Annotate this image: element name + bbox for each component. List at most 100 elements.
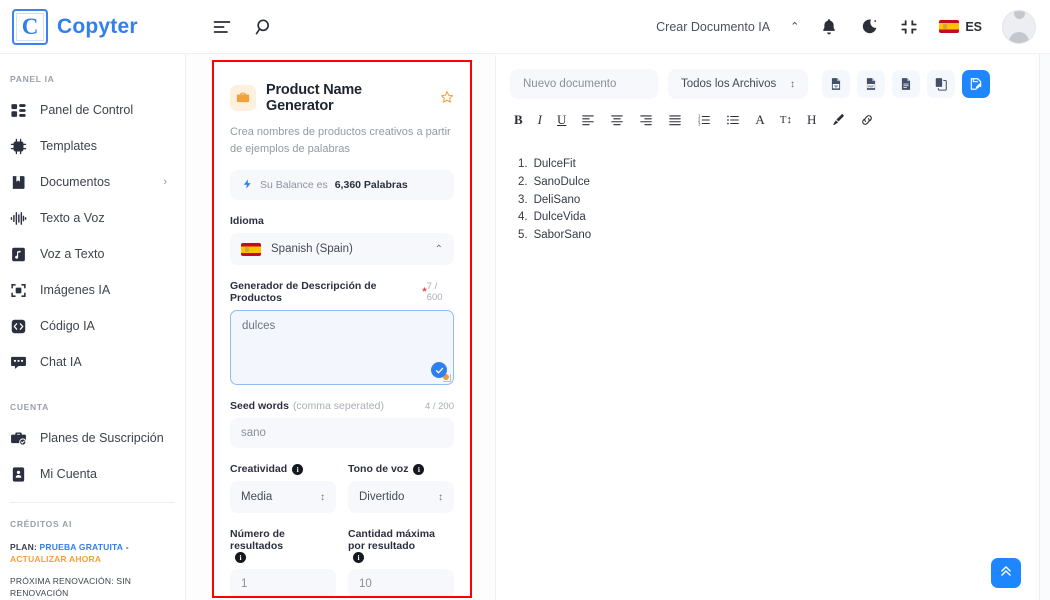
seed-sublabel: (comma seperated) [292,400,384,413]
list-item-text: SaborSano [533,229,592,242]
sidebar-item-label: Mi Cuenta [40,467,97,481]
brand-logo[interactable]: C Copyter [0,8,186,45]
document-name-placeholder: Nuevo documento [523,78,617,90]
top-bar-left-icons [212,17,274,37]
bold-button[interactable]: B [514,112,523,128]
plan-prefix: PLAN: [10,542,37,552]
renewal-line: PRÓXIMA RENOVACIÓN: SIN RENOVACIÓN [10,575,132,598]
right-scroll-gutter[interactable] [1039,54,1050,600]
export-text-button[interactable] [892,70,920,98]
seed-words-input[interactable]: sano [230,418,454,449]
underline-button[interactable]: U [557,112,566,128]
results-count-input[interactable]: 1 [230,569,336,596]
sidebar-item-chat-ia[interactable]: Chat IA [0,344,185,380]
font-color-button[interactable]: A [755,112,764,128]
export-pdf-button[interactable]: PDF [857,70,885,98]
align-right-button[interactable] [639,112,653,128]
logo-mark: C [12,8,48,45]
dashboard-icon [10,102,27,119]
bolt-icon [242,178,253,193]
export-word-button[interactable]: W [822,70,850,98]
language-select-value: Spanish (Spain) [271,243,353,256]
plan-value: PRUEBA GRATUITA [39,542,124,552]
seed-value: sano [241,427,266,440]
sidebar-item-voz-a-texto[interactable]: Voz a Texto [0,236,185,272]
sidebar-item-documentos[interactable]: Documentos › [0,164,185,200]
template-header: Product Name Generator [230,82,454,114]
tone-select[interactable]: Divertido ↕ [348,481,454,514]
chevron-up-icon[interactable]: ⌃ [790,20,799,33]
tone-label-row: Tono de voz i [348,463,454,475]
chip-ai-icon [10,138,27,155]
list-item-number: 3. [518,193,528,206]
align-center-button[interactable] [610,112,624,128]
info-icon[interactable]: i [292,463,304,475]
save-document-button[interactable] [962,70,990,98]
sidebar-item-codigo-ia[interactable]: Código IA [0,308,185,344]
results-value: 1 [241,578,248,591]
sidebar-item-label: Imágenes IA [40,283,111,297]
sidebar: PANEL IA Panel de Control Templates Docu… [0,54,186,600]
maxlen-label: Cantidad máxima por resultado [348,528,435,553]
sidebar-item-mi-cuenta[interactable]: Mi Cuenta [0,456,185,492]
prompt-textarea[interactable]: dulces [230,310,454,386]
info-icon[interactable]: i [353,552,364,564]
prompt-value: dulces [242,320,276,333]
copy-button[interactable] [927,70,955,98]
sidebar-item-label: Panel de Control [40,103,134,117]
brush-icon[interactable] [831,112,845,128]
results-maxlen-row: Número de resultados i 1 Cantidad máxima… [230,513,454,596]
file-filter-select[interactable]: Todos los Archivos ↕ [668,69,808,99]
language-select[interactable]: Spanish (Spain) ⌃ [230,233,454,266]
info-icon[interactable]: i [235,552,246,564]
audio-file-icon [10,246,27,263]
info-icon[interactable]: i [413,463,425,475]
menu-icon[interactable] [212,17,232,37]
page-title: Product Name Generator [266,82,362,114]
list-item: 4. DulceVida [518,209,1017,227]
sidebar-item-texto-a-voz[interactable]: Texto a Voz [0,200,185,236]
heading-button[interactable]: H [807,112,816,128]
plan-upgrade-link[interactable]: ACTUALIZAR AHORA [10,554,101,564]
unordered-list-button[interactable] [726,112,740,128]
create-document-link[interactable]: Crear Documento IA [656,20,770,34]
font-size-button[interactable]: T↕ [780,112,792,128]
grammar-check-icon[interactable] [431,362,447,379]
star-icon[interactable] [440,90,454,107]
top-bar: C Copyter Crear Documento IA ⌃ ES [0,0,1050,54]
scroll-to-top-button[interactable] [991,558,1021,588]
avatar[interactable] [1002,9,1036,44]
bell-icon[interactable] [819,17,839,37]
sidebar-item-templates[interactable]: Templates [0,128,185,164]
italic-button[interactable]: I [538,112,542,128]
svg-text:PDF: PDF [868,84,874,88]
sidebar-item-label: Documentos [40,175,111,189]
sidebar-item-label: Planes de Suscripción [40,431,164,445]
moon-icon[interactable] [859,17,879,37]
sidebar-item-planes-de-suscripcion[interactable]: Planes de Suscripción [0,420,185,456]
link-icon[interactable] [860,112,874,128]
ordered-list-button[interactable]: 123 [697,112,711,128]
balance-banner: Su Balance es 6,360 Palabras [230,170,454,201]
language-selector[interactable]: ES [939,20,982,34]
maxlen-label-row: Cantidad máxima por resultado i [348,528,454,564]
sidebar-section-panel: PANEL IA [10,74,55,84]
maxlen-group: Cantidad máxima por resultado i 10 [348,513,454,596]
editor-content[interactable]: 1. DulceFit 2. SanoDulce 3. DeliSano 4. … [496,138,1035,245]
sidebar-item-panel-de-control[interactable]: Panel de Control [0,92,185,128]
spain-flag-icon [241,242,261,256]
list-item-text: DulceVida [533,211,586,224]
align-left-button[interactable] [581,112,595,128]
list-item: 2. SanoDulce [518,174,1017,192]
creativity-value: Media [241,491,273,504]
search-icon[interactable] [254,17,274,37]
sidebar-item-imagenes-ia[interactable]: Imágenes IA [0,272,185,308]
document-name-input[interactable]: Nuevo documento [510,69,658,99]
sidebar-item-label: Chat IA [40,355,82,369]
maxlen-input[interactable]: 10 [348,569,454,596]
compress-icon[interactable] [899,17,919,37]
creativity-select[interactable]: Media ↕ [230,481,336,514]
align-justify-button[interactable] [668,112,682,128]
sidebar-item-label: Texto a Voz [40,211,105,225]
list-item-number: 1. [518,158,528,170]
